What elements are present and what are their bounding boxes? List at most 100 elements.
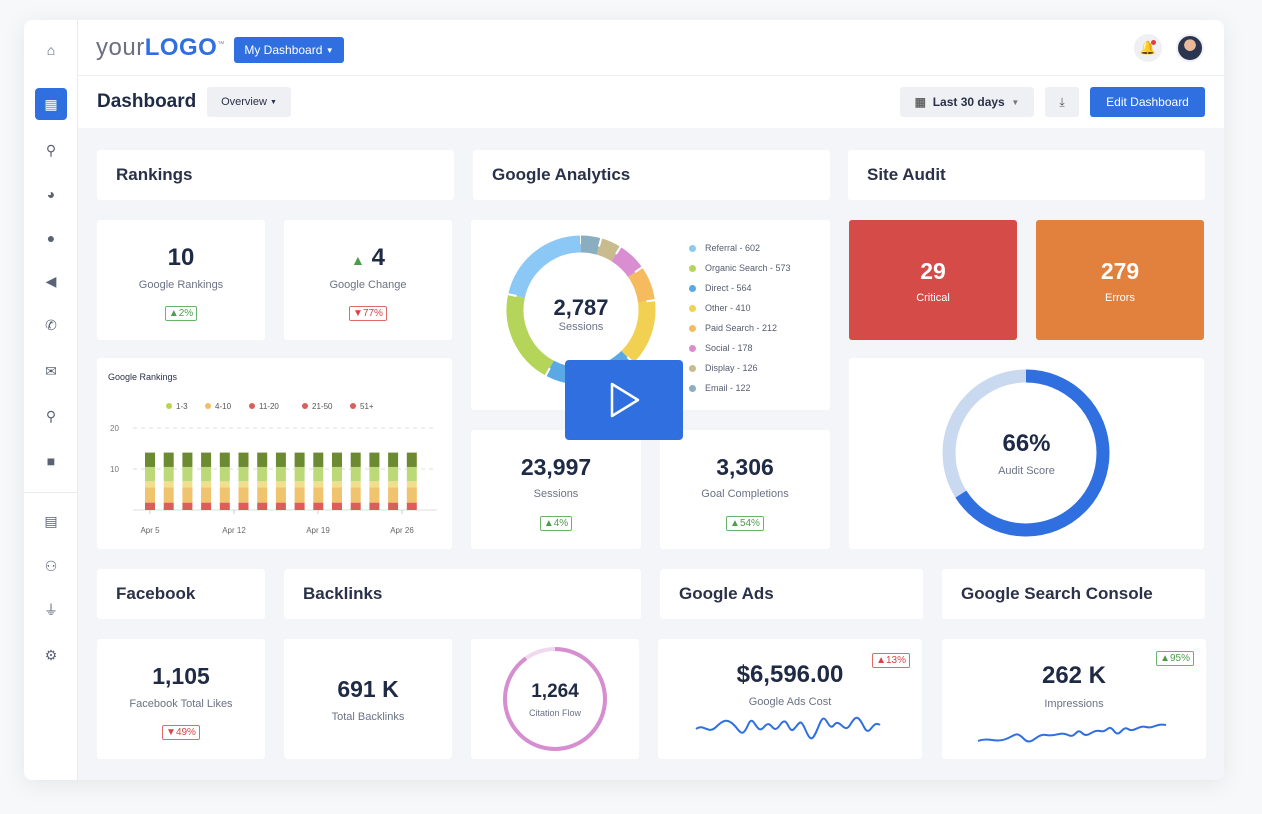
impressions-value: 262 K — [1041, 662, 1107, 689]
bar-segment — [369, 502, 380, 510]
legend-label: Social - 178 — [705, 343, 753, 353]
facebook-likes-card: 1,105 Facebook Total Likes ▼49% — [97, 639, 265, 759]
date-range-select[interactable]: ▦ Last 30 days ▼ — [900, 87, 1034, 117]
notifications-bell-icon[interactable]: 🔔 — [1134, 34, 1162, 62]
mail-icon[interactable]: ✉ — [35, 355, 67, 387]
audit-score-card: 66% Audit Score — [849, 358, 1204, 549]
bar-segment — [182, 487, 193, 503]
x-tick-label: Apr 19 — [306, 526, 330, 535]
donut-slice — [611, 246, 643, 278]
legend-item: Referral - 602 — [689, 238, 791, 258]
legend-label: 4-10 — [215, 402, 232, 411]
impressions-label: Impressions — [1044, 698, 1104, 710]
download-icon: ⤓ — [1059, 94, 1065, 109]
critical-label: Critical — [916, 292, 950, 304]
bar-segment — [182, 502, 193, 510]
donut-slice — [627, 267, 655, 303]
legend-dot — [689, 384, 696, 392]
sessions-value: 23,997 — [520, 454, 592, 480]
legend-marker — [302, 403, 308, 409]
ads-cost-card: ▲13% $6,596.00 Google Ads Cost — [658, 639, 922, 759]
edit-dashboard-button[interactable]: Edit Dashboard — [1090, 87, 1205, 117]
pie-chart-icon[interactable]: ◕ — [35, 178, 67, 210]
legend-item: Other - 410 — [689, 298, 791, 318]
legend-dot — [689, 364, 696, 372]
briefcase-icon[interactable]: ■ — [35, 445, 67, 477]
users-icon[interactable]: ⚇ — [35, 550, 67, 582]
audit-score-label: Audit Score — [998, 465, 1055, 477]
donut-slice — [580, 235, 602, 255]
legend-label: Email - 122 — [705, 383, 751, 393]
citation-flow-card: 1,264 Citation Flow — [471, 639, 639, 759]
legend-item: Direct - 564 — [689, 278, 791, 298]
overview-select[interactable]: Overview ▼ — [207, 87, 291, 117]
calendar-icon: ▦ — [914, 95, 927, 109]
download-button[interactable]: ⤓ — [1045, 87, 1079, 117]
google-change-card: ▲ 4 Google Change ▼77% — [284, 220, 452, 340]
bar-segment — [313, 452, 324, 467]
play-video-button[interactable] — [565, 360, 683, 440]
x-tick-label: Apr 5 — [140, 526, 160, 535]
bar-segment — [219, 466, 230, 482]
rankings-label: Google Rankings — [138, 279, 224, 291]
user-avatar[interactable] — [1176, 34, 1204, 62]
bar-segment — [350, 502, 361, 510]
bar-segment — [201, 466, 212, 482]
errors-card: 279 Errors — [1036, 220, 1204, 340]
legend-dot — [689, 304, 696, 312]
legend-dot — [689, 324, 696, 332]
bar-segment — [350, 487, 361, 503]
bar-segment — [163, 481, 174, 488]
likes-value: 1,105 — [152, 663, 210, 689]
legend-item: Paid Search - 212 — [689, 318, 791, 338]
bar-segment — [238, 452, 249, 467]
megaphone-icon[interactable]: ◀ — [35, 265, 67, 297]
legend-dot — [689, 284, 696, 292]
rankings-badge: ▲2% — [164, 306, 198, 321]
bar-segment — [219, 502, 230, 510]
errors-value: 279 — [1100, 258, 1140, 284]
bar-segment — [406, 502, 417, 510]
dashboard-icon[interactable]: ▦ — [35, 88, 67, 120]
bar-segment — [219, 452, 230, 467]
gear-icon[interactable]: ⚙ — [35, 639, 67, 671]
bar-segment — [294, 481, 305, 488]
bar-segment — [257, 452, 268, 467]
impressions-card: ▲95% 262 K Impressions — [942, 639, 1206, 759]
bar-segment — [350, 481, 361, 488]
rankings-chart-card: Google Rankings 1-3 4-10 11-20 21-50 51+ 10 20 A… — [97, 358, 452, 549]
play-icon — [610, 382, 640, 418]
bar-segment — [313, 466, 324, 482]
location-pin-icon[interactable]: ⚲ — [35, 400, 67, 432]
search-icon[interactable]: ⚲ — [35, 134, 67, 166]
legend-label: Direct - 564 — [705, 283, 752, 293]
bar-segment — [294, 466, 305, 482]
legend-item: Organic Search - 573 — [689, 258, 791, 278]
bar-segment — [388, 466, 399, 482]
critical-value: 29 — [920, 258, 946, 284]
legend-dot — [689, 344, 696, 352]
legend-marker — [350, 403, 356, 409]
citation-value: 1,264 — [531, 681, 579, 702]
bar-segment — [257, 481, 268, 488]
bar-segment — [313, 502, 324, 510]
bar-segment — [163, 502, 174, 510]
bar-segment — [294, 487, 305, 503]
bar-segment — [275, 466, 286, 482]
chat-icon[interactable]: ● — [35, 222, 67, 254]
home-icon[interactable]: ⌂ — [35, 34, 67, 66]
bar-segment — [182, 452, 193, 467]
phone-icon[interactable]: ✆ — [35, 309, 67, 341]
sessions-total: 2,787 — [553, 295, 609, 320]
sessions-badge: ▲4% — [539, 516, 573, 531]
bar-segment — [294, 452, 305, 467]
rankings-bar-chart: Google Rankings 1-3 4-10 11-20 21-50 51+ 10 20 A… — [108, 372, 437, 535]
my-dashboard-dropdown[interactable]: My Dashboard ▼ — [234, 37, 344, 63]
plug-icon[interactable]: ⏚ — [35, 594, 67, 626]
bar-segment — [369, 452, 380, 467]
document-icon[interactable]: ▤ — [35, 505, 67, 537]
bar-segment — [275, 481, 286, 488]
sessions-total-label: Sessions — [558, 321, 604, 333]
bar-segment — [313, 481, 324, 488]
bar-segment — [145, 481, 155, 488]
